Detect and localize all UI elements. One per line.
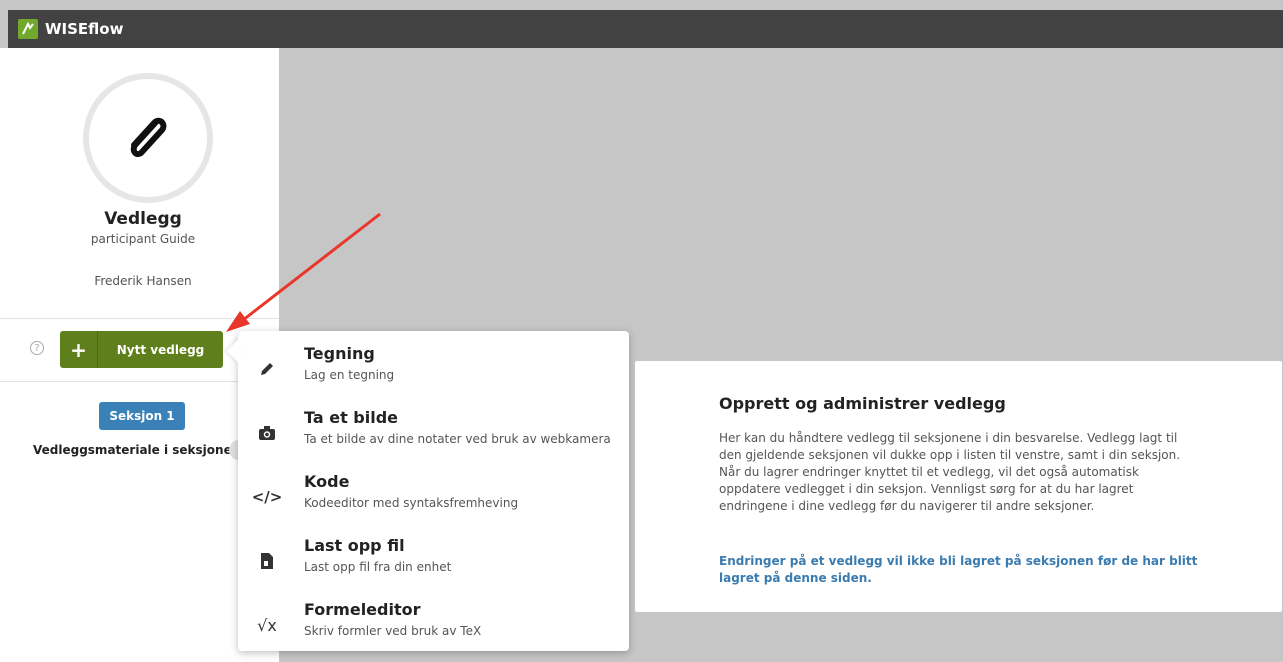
section-label: Vedleggsmateriale i seksjonen [33, 443, 241, 457]
new-attachment-label: Nytt vedlegg [116, 342, 205, 357]
menu-item-title: Formeleditor [304, 600, 421, 619]
app-name: WISEflow [45, 20, 124, 38]
avatar [83, 73, 213, 203]
menu-item-desc: Lag en tegning [304, 368, 395, 382]
menu-item-desc: Last opp fil fra din enhet [304, 560, 452, 574]
section-button[interactable]: Seksjon 1 [99, 402, 185, 430]
menu-item-formula[interactable]: √x Formeleditor Skriv formler ved bruk a… [238, 598, 629, 652]
pencil-icon [256, 358, 278, 380]
file-upload-icon [256, 550, 278, 572]
page-subtitle: participant Guide [90, 232, 196, 246]
info-title: Opprett og administrer vedlegg [719, 394, 1006, 413]
plus-icon: + [60, 331, 98, 368]
menu-item-title: Ta et bilde [304, 408, 399, 427]
menu-item-code[interactable]: </> Kode Kodeeditor med syntaksfremhevin… [238, 470, 629, 524]
code-icon: </> [251, 488, 283, 506]
info-note: Endringer på et vedlegg vil ikke bli lag… [719, 554, 1198, 585]
sqrt-icon: √x [257, 615, 277, 635]
menu-item-drawing[interactable]: Tegning Lag en tegning [238, 342, 629, 396]
info-panel: Opprett og administrer vedlegg Her kan d… [635, 361, 1282, 612]
divider [0, 318, 279, 319]
menu-item-title: Last opp fil [304, 536, 405, 555]
info-body: Her kan du håndtere vedlegg til seksjone… [719, 431, 1181, 513]
menu-item-desc: Ta et bilde av dine notater ved bruk av … [304, 432, 611, 446]
top-bar: WISEflow [8, 10, 1283, 48]
menu-item-desc: Kodeeditor med syntaksfremheving [304, 496, 519, 510]
menu-item-upload[interactable]: Last opp fil Last opp fil fra din enhet [238, 534, 629, 588]
help-icon[interactable]: ? [30, 341, 44, 355]
new-attachment-menu: Tegning Lag en tegning Ta et bilde Ta et… [226, 331, 629, 652]
menu-item-photo[interactable]: Ta et bilde Ta et bilde av dine notater … [238, 406, 629, 460]
user-name: Frederik Hansen [94, 274, 192, 288]
page-title: Vedlegg [104, 209, 182, 229]
menu-item-title: Tegning [304, 344, 375, 363]
wiseflow-logo-icon [18, 19, 38, 39]
paperclip-icon [130, 117, 167, 157]
menu-item-desc: Skriv formler ved bruk av TeX [304, 624, 482, 638]
camera-icon [256, 422, 278, 444]
menu-item-title: Kode [304, 472, 350, 491]
new-attachment-button[interactable]: + Nytt vedlegg [60, 331, 223, 368]
